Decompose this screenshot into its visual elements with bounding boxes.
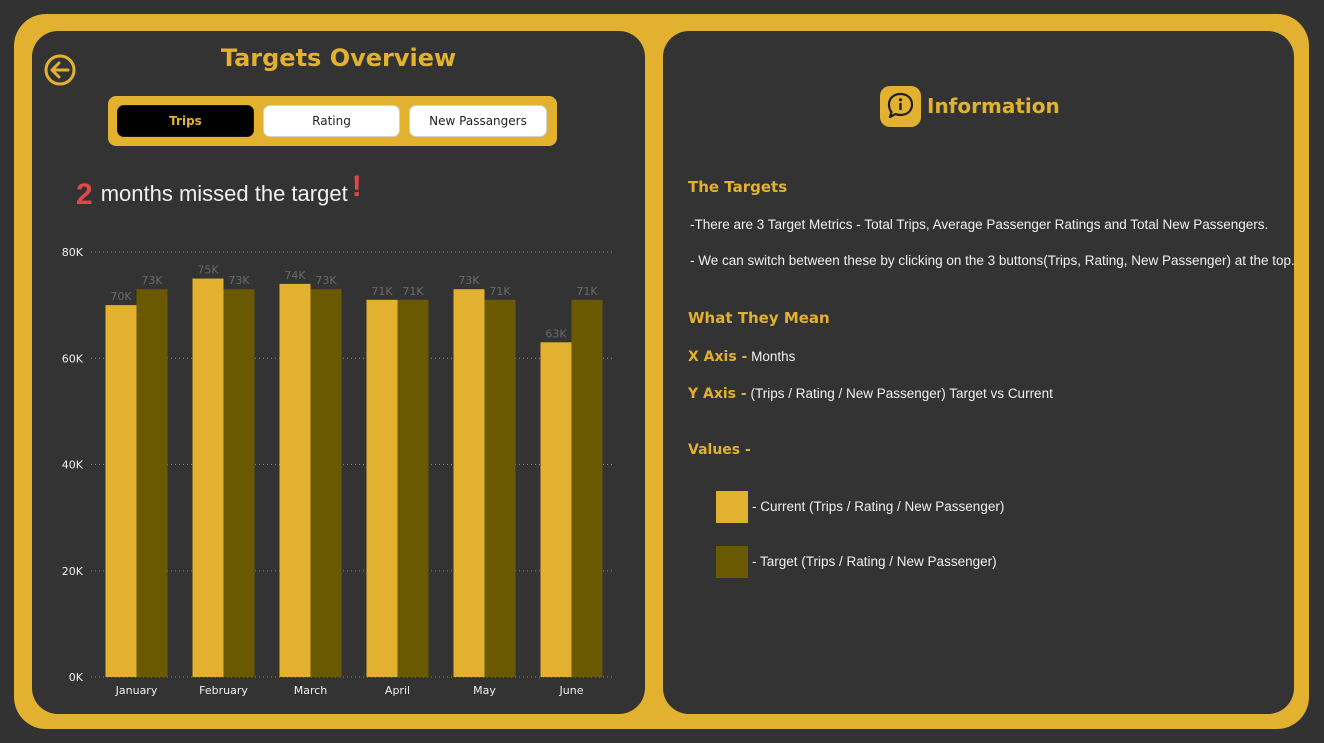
missed-text: months missed the target bbox=[100, 181, 348, 206]
page-title: Targets Overview bbox=[220, 44, 457, 72]
data-label: 71K bbox=[371, 285, 393, 298]
targets-line-2: - We can switch between these by clickin… bbox=[690, 253, 1295, 268]
bar-target bbox=[310, 289, 342, 677]
y-tick-label: 80K bbox=[62, 246, 84, 259]
data-label: 73K bbox=[228, 274, 250, 287]
info-bubble-icon bbox=[880, 86, 921, 127]
data-label: 63K bbox=[545, 327, 567, 340]
bar-target bbox=[571, 299, 603, 677]
data-label: 73K bbox=[141, 274, 163, 287]
legend-current-label: - Current (Trips / Rating / New Passenge… bbox=[752, 499, 1005, 514]
data-label: 71K bbox=[489, 285, 511, 298]
y-tick-label: 60K bbox=[62, 352, 84, 365]
data-label: 74K bbox=[284, 269, 306, 282]
tab-trips[interactable]: Trips bbox=[117, 105, 254, 137]
bar-target bbox=[484, 299, 516, 677]
bar-target bbox=[397, 299, 429, 677]
meaning-heading: What They Mean bbox=[688, 309, 830, 327]
targets-line-1: -There are 3 Target Metrics - Total Trip… bbox=[690, 217, 1269, 232]
y-tick-label: 0K bbox=[69, 671, 84, 684]
data-label: 73K bbox=[458, 274, 480, 287]
y-axis-value: (Trips / Rating / New Passenger) Target … bbox=[750, 386, 1053, 401]
bar-current bbox=[105, 305, 137, 677]
bar-current bbox=[540, 342, 572, 677]
data-label: 71K bbox=[576, 285, 598, 298]
x-tick-label: April bbox=[385, 684, 410, 697]
bar-current bbox=[366, 299, 398, 677]
values-heading: Values - bbox=[688, 442, 751, 458]
x-tick-label: January bbox=[115, 684, 158, 697]
info-panel bbox=[663, 31, 1294, 714]
tab-new-passangers[interactable]: New Passangers bbox=[409, 105, 547, 137]
y-axis-label: Y Axis - bbox=[688, 386, 747, 402]
missed-target-summary: 2 months missed the target! bbox=[76, 170, 362, 211]
legend-target-label: - Target (Trips / Rating / New Passenger… bbox=[752, 554, 997, 569]
missed-count: 2 bbox=[76, 178, 93, 211]
x-axis-label: X Axis - bbox=[688, 349, 748, 365]
data-label: 73K bbox=[315, 274, 337, 287]
x-tick-label: May bbox=[473, 684, 496, 697]
info-title: Information bbox=[927, 94, 1060, 118]
y-axis-description: Y Axis - (Trips / Rating / New Passenger… bbox=[688, 386, 1053, 402]
metric-tab-group: Trips Rating New Passangers bbox=[108, 96, 557, 146]
x-tick-label: March bbox=[294, 684, 328, 697]
y-tick-label: 20K bbox=[62, 565, 84, 578]
bar-current bbox=[279, 283, 311, 677]
tab-rating[interactable]: Rating bbox=[263, 105, 400, 137]
targets-heading: The Targets bbox=[688, 178, 788, 196]
bar-current bbox=[192, 278, 224, 677]
legend-target-swatch bbox=[716, 546, 748, 578]
x-axis-description: X Axis - Months bbox=[688, 349, 795, 365]
x-tick-label: February bbox=[199, 684, 248, 697]
data-label: 71K bbox=[402, 285, 424, 298]
bar-current bbox=[453, 289, 485, 677]
bar-target bbox=[136, 289, 168, 677]
x-axis-value: Months bbox=[751, 349, 796, 364]
data-label: 70K bbox=[110, 290, 132, 303]
data-label: 75K bbox=[197, 264, 219, 277]
legend-current-swatch bbox=[716, 491, 748, 523]
bar-target bbox=[223, 289, 255, 677]
targets-bar-chart: 0K 20K 40K 60K 80K 70K 73K January 75K 73K Februar… bbox=[62, 246, 613, 697]
y-tick-label: 40K bbox=[62, 459, 84, 472]
x-tick-label: June bbox=[559, 684, 584, 697]
alert-exclamation-icon: ! bbox=[351, 170, 362, 203]
